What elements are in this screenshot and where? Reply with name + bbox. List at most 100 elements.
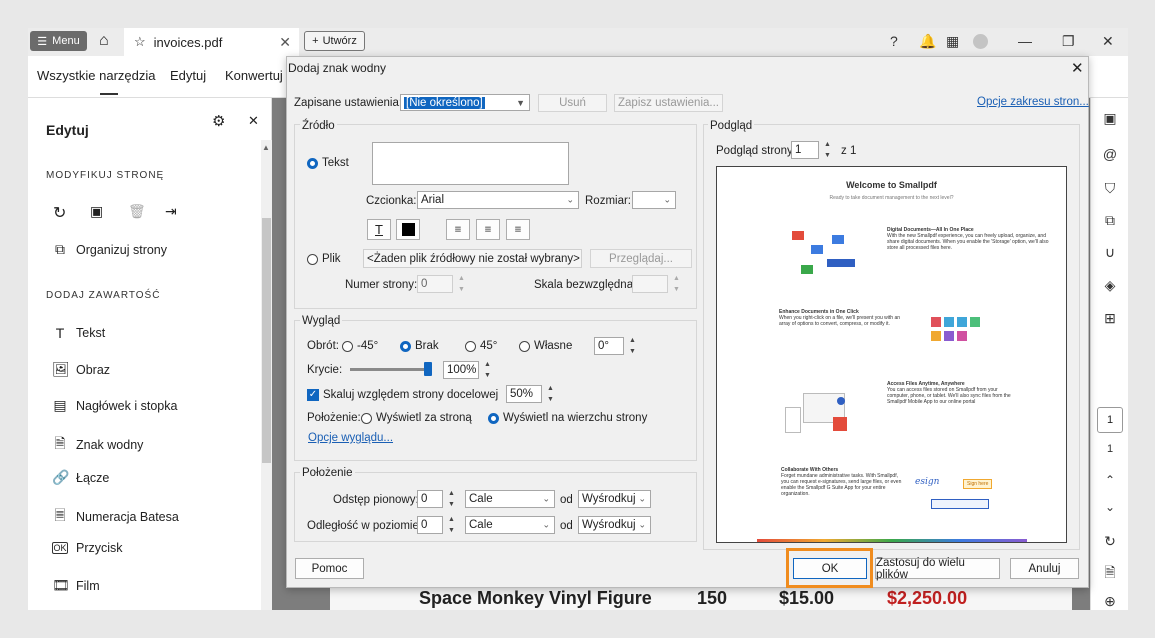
file-radio[interactable] — [307, 253, 318, 268]
text-color-button[interactable] — [396, 219, 420, 240]
text-radio[interactable] — [307, 157, 318, 172]
absolute-scale-input[interactable] — [632, 275, 668, 293]
save-page-icon[interactable]: 🗎 — [1100, 562, 1120, 586]
avatar[interactable] — [973, 34, 988, 49]
horizontal-unit-select[interactable]: Cale ⌄ — [465, 516, 555, 534]
home-icon[interactable]: ⌂ — [99, 32, 109, 50]
rotation-custom-radio[interactable] — [519, 340, 530, 355]
preview-page-input[interactable]: 1 — [791, 141, 819, 159]
horizontal-offset-input[interactable]: 0 — [417, 516, 443, 534]
tab-close-icon[interactable]: ✕ — [279, 34, 291, 51]
share-icon[interactable]: @ — [1100, 146, 1120, 162]
appearance-options-link[interactable]: Opcje wyglądu... — [308, 432, 393, 444]
opacity-slider-track[interactable] — [350, 368, 432, 371]
scale-spinner[interactable]: ▲ ▼ — [544, 385, 557, 403]
add-text-item[interactable]: T Tekst — [52, 325, 105, 341]
page-range-options-link[interactable]: Opcje zakresu stron... — [977, 96, 1089, 108]
link-item[interactable]: 🔗 Łącze — [52, 469, 109, 486]
size-select[interactable]: ⌄ — [632, 191, 676, 209]
help-button[interactable]: Pomoc — [295, 558, 364, 579]
help-icon[interactable]: ? — [890, 33, 898, 49]
page-number-box[interactable]: 1 — [1097, 407, 1123, 433]
save-settings-button[interactable]: Zapisz ustawienia... — [614, 94, 723, 112]
add-image-item[interactable]: 🖼 Obraz — [52, 361, 110, 378]
behind-page-radio[interactable] — [361, 412, 372, 427]
opacity-slider-thumb[interactable] — [424, 362, 432, 376]
minimize-icon[interactable]: — — [1018, 33, 1032, 49]
extract-page-icon[interactable]: ⇥ — [165, 203, 177, 220]
scroll-up-arrow-icon[interactable]: ▲ — [262, 143, 270, 152]
browse-button[interactable]: Przeglądaj... — [590, 249, 692, 268]
scale-checkbox[interactable]: ✓ — [307, 389, 319, 401]
align-center-button[interactable]: ≡ — [476, 219, 500, 240]
window-close-icon[interactable]: ✕ — [1102, 33, 1114, 50]
zoom-icon[interactable]: ⊕ — [1100, 593, 1120, 610]
create-button[interactable]: + Utwórz — [304, 31, 365, 51]
horizontal-anchor-select[interactable]: Wyśrodkuj ⌄ — [578, 516, 651, 534]
plus-icon: + — [312, 35, 319, 47]
menu-button[interactable]: ☰ Menu — [30, 31, 87, 51]
attachment-icon[interactable]: ∪ — [1100, 244, 1120, 261]
tab-convert[interactable]: Konwertuj — [225, 68, 283, 83]
preview-page-spinner[interactable]: ▲ ▼ — [821, 141, 834, 159]
vertical-offset-input[interactable]: 0 — [417, 490, 443, 508]
underline-button[interactable]: T — [367, 219, 391, 240]
tab-edit[interactable]: Edytuj — [170, 68, 206, 83]
opacity-input[interactable]: 100% — [443, 361, 479, 379]
delete-button[interactable]: Usuń — [538, 94, 607, 112]
settings-gear-icon[interactable]: ⚙ — [212, 112, 225, 130]
bookmark-icon[interactable]: ⛉ — [1100, 180, 1120, 197]
panel-close-icon[interactable]: ✕ — [248, 113, 259, 129]
rotation-45-radio[interactable] — [465, 340, 476, 355]
comment-icon[interactable]: ▣ — [1100, 110, 1120, 127]
pages-icon[interactable]: ⧉ — [1100, 212, 1120, 229]
tab-all-tools[interactable]: Wszystkie narzędzia — [37, 68, 155, 83]
apply-to-multiple-button[interactable]: Zastosuj do wielu plików — [875, 557, 1000, 581]
doc-file-icon — [832, 235, 844, 244]
watermark-text-input[interactable] — [372, 142, 569, 185]
tree-icon[interactable]: ⊞ — [1100, 310, 1120, 327]
horizontal-offset-spinner[interactable]: ▲ ▼ — [445, 516, 458, 534]
opacity-spinner[interactable]: ▲ ▼ — [481, 361, 494, 379]
scale-input[interactable]: 50% — [506, 385, 542, 403]
rotate-icon[interactable]: ↻ — [53, 203, 66, 223]
vertical-unit-select[interactable]: Cale ⌄ — [465, 490, 555, 508]
dialog-close-icon[interactable]: ✕ — [1071, 59, 1084, 77]
cancel-button[interactable]: Anuluj — [1010, 558, 1079, 579]
refresh-icon[interactable]: ↻ — [1100, 533, 1120, 550]
watermark-item[interactable]: 🗎 Znak wodny — [52, 433, 143, 457]
source-file-field[interactable]: <Żaden plik źródłowy nie został wybrany> — [363, 249, 582, 268]
rotation-m45-radio[interactable] — [342, 340, 353, 355]
rotation-input[interactable]: 0° — [594, 337, 624, 355]
delete-page-icon[interactable]: 🗑 — [128, 203, 146, 220]
saved-settings-select[interactable]: [Nie określono] ▼ — [400, 94, 530, 111]
vertical-offset-spinner[interactable]: ▲ ▼ — [445, 490, 458, 508]
page-number-spinner[interactable]: ▲ ▼ — [455, 275, 468, 293]
insert-page-icon[interactable]: ▣ — [90, 203, 103, 220]
film-item[interactable]: 🎞 Film — [52, 577, 100, 594]
organize-pages-item[interactable]: ⧉ Organizuj strony — [52, 241, 167, 258]
document-tab[interactable]: ☆ invoices.pdf ✕ — [124, 28, 299, 56]
font-select[interactable]: Arial ⌄ — [417, 191, 579, 209]
restore-icon[interactable]: ❐ — [1062, 33, 1075, 50]
vertical-anchor-select[interactable]: Wyśrodkuj ⌄ — [578, 490, 651, 508]
align-right-button[interactable]: ≡ — [506, 219, 530, 240]
bates-numbering-item[interactable]: 🗏 Numeracja Batesa — [52, 505, 178, 529]
page-up-icon[interactable]: ⌃ — [1100, 473, 1120, 487]
rotation-spinner[interactable]: ▲ ▼ — [626, 337, 639, 355]
header-footer-item[interactable]: ▤ Nagłówek i stopka — [52, 397, 177, 414]
layers-icon[interactable]: ◈ — [1100, 277, 1120, 294]
page-number-input[interactable]: 0 — [417, 275, 453, 293]
add-image-label: Obraz — [76, 362, 111, 377]
rotation-none-label: Brak — [415, 340, 439, 352]
panel-scrollbar-thumb[interactable] — [262, 218, 271, 463]
front-page-radio[interactable] — [488, 412, 499, 427]
notification-bell-icon[interactable]: 🔔 — [919, 33, 936, 50]
star-icon[interactable]: ☆ — [134, 34, 146, 50]
apps-grid-icon[interactable]: ▦ — [946, 33, 959, 50]
button-item[interactable]: OK Przycisk — [52, 541, 123, 555]
page-down-icon[interactable]: ⌄ — [1100, 500, 1120, 514]
rotation-none-radio[interactable] — [400, 340, 411, 355]
absolute-scale-spinner[interactable]: ▲ ▼ — [670, 275, 683, 293]
align-left-button[interactable]: ≡ — [446, 219, 470, 240]
